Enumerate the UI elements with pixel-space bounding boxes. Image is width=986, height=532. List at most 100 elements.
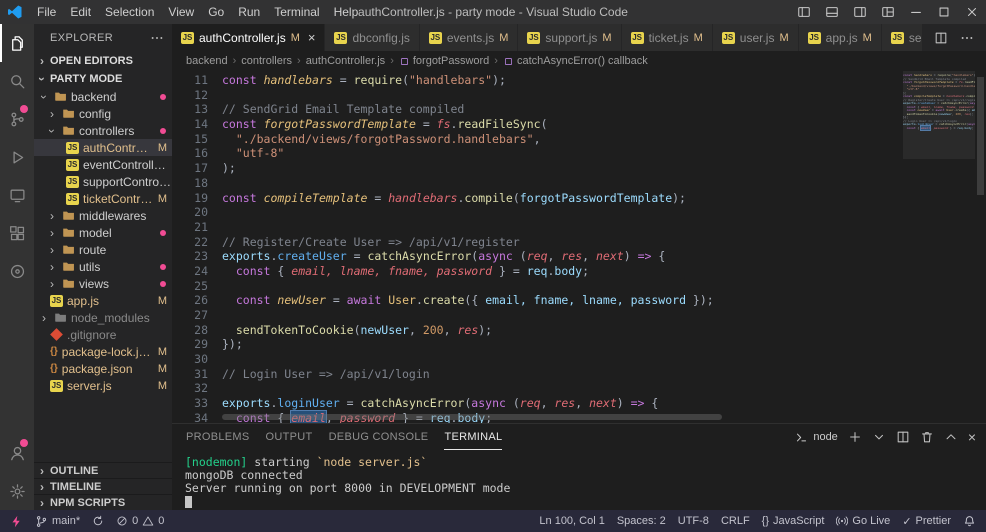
code-line[interactable]: "./backend/views/forgotPassword.handleba… <box>222 132 903 147</box>
workspace-root-section[interactable]: › PARTY MODE <box>34 70 172 88</box>
line-number[interactable]: 28 <box>172 323 208 338</box>
tree-item-node-modules[interactable]: ›node_modules <box>34 309 172 326</box>
line-number[interactable]: 12 <box>172 88 208 103</box>
tree-item-utils[interactable]: ›utils <box>34 258 172 275</box>
close-button[interactable] <box>958 0 986 24</box>
code-line[interactable]: const forgotPasswordTemplate = fs.readFi… <box>222 117 903 132</box>
maximize-button[interactable] <box>930 0 958 24</box>
minimap-slider[interactable] <box>903 71 975 159</box>
toggle-panel-icon[interactable] <box>818 0 846 24</box>
panel-tab-terminal[interactable]: TERMINAL <box>444 424 502 450</box>
open-editors-section[interactable]: › OPEN EDITORS <box>34 52 172 70</box>
activity-settings-icon[interactable] <box>0 472 34 510</box>
line-number[interactable]: 22 <box>172 235 208 250</box>
line-number[interactable]: 32 <box>172 381 208 396</box>
code-line[interactable]: exports.loginUser = catchAsyncError(asyn… <box>222 396 903 411</box>
code-line[interactable]: const handlebars = require("handlebars")… <box>222 73 903 88</box>
code-lines[interactable]: const handlebars = require("handlebars")… <box>208 71 903 423</box>
menu-selection[interactable]: Selection <box>98 5 161 19</box>
code-line[interactable]: "utf-8" <box>222 146 903 161</box>
breadcrumb-item-authcontroller-js[interactable]: authController.js <box>306 55 386 67</box>
code-line[interactable] <box>222 279 903 294</box>
activity-explorer-icon[interactable] <box>0 24 34 62</box>
toggle-sidebar-icon[interactable] <box>790 0 818 24</box>
code-line[interactable] <box>222 88 903 103</box>
tree-item-eventcontrollers-js[interactable]: JSeventControllers.js <box>34 156 172 173</box>
breadcrumb-item-backend[interactable]: backend <box>186 55 228 67</box>
menu-edit[interactable]: Edit <box>63 5 98 19</box>
code-line[interactable] <box>222 381 903 396</box>
tree-item-supportcontroller-js[interactable]: JSsupportController.js <box>34 173 172 190</box>
new-terminal-icon[interactable] <box>848 430 862 444</box>
code-line[interactable]: exports.createUser = catchAsyncError(asy… <box>222 249 903 264</box>
activity-remote-explorer-icon[interactable] <box>0 176 34 214</box>
terminal-output[interactable]: [nodemon] starting `node server.js`mongo… <box>172 450 986 510</box>
activity-live-share-icon[interactable] <box>0 252 34 290</box>
notifications-bell[interactable] <box>957 510 982 532</box>
tree-item-model[interactable]: ›model <box>34 224 172 241</box>
minimize-button[interactable] <box>902 0 930 24</box>
tab-user-js[interactable]: JSuser.jsM <box>713 24 799 51</box>
line-number[interactable]: 21 <box>172 220 208 235</box>
code-line[interactable] <box>222 352 903 367</box>
code-line[interactable]: }); <box>222 337 903 352</box>
language-mode[interactable]: {} JavaScript <box>756 510 831 532</box>
line-number[interactable]: 29 <box>172 337 208 352</box>
line-number[interactable]: 18 <box>172 176 208 191</box>
line-number[interactable]: 16 <box>172 146 208 161</box>
activity-source-control-icon[interactable] <box>0 100 34 138</box>
tree-item-server-js[interactable]: JSserver.jsM <box>34 377 172 394</box>
menu-terminal[interactable]: Terminal <box>267 5 326 19</box>
tab-server-js[interactable]: JSserver.jsM <box>882 24 922 51</box>
sync-button[interactable] <box>86 510 110 532</box>
code-line[interactable]: // Login User => /api/v1/login <box>222 367 903 382</box>
sidebar-section-npm-scripts[interactable]: ›NPM SCRIPTS <box>34 494 172 510</box>
indentation-setting[interactable]: Spaces: 2 <box>611 510 672 532</box>
activity-account-icon[interactable] <box>0 434 34 472</box>
line-number[interactable]: 23 <box>172 249 208 264</box>
activity-extensions-icon[interactable] <box>0 214 34 252</box>
tab-ticket-js[interactable]: JSticket.jsM <box>622 24 713 51</box>
maximize-panel-icon[interactable] <box>944 430 958 444</box>
problems-indicator[interactable]: 0 0 <box>110 510 170 532</box>
tree-item-views[interactable]: ›views <box>34 275 172 292</box>
breadcrumb-item-controllers[interactable]: controllers <box>241 55 292 67</box>
code-line[interactable]: ); <box>222 161 903 176</box>
activity-search-icon[interactable] <box>0 62 34 100</box>
line-number[interactable]: 30 <box>172 352 208 367</box>
line-number[interactable]: 19 <box>172 191 208 206</box>
line-number[interactable]: 26 <box>172 293 208 308</box>
cursor-position[interactable]: Ln 100, Col 1 <box>533 510 610 532</box>
panel-tab-output[interactable]: OUTPUT <box>266 424 313 450</box>
tab-events-js[interactable]: JSevents.jsM <box>420 24 519 51</box>
prettier-indicator[interactable]: ✓ Prettier <box>896 510 957 532</box>
split-terminal-icon[interactable] <box>896 430 910 444</box>
remote-indicator[interactable] <box>4 510 29 532</box>
eol-setting[interactable]: CRLF <box>715 510 756 532</box>
editor-vertical-scrollbar[interactable] <box>975 71 986 423</box>
line-number[interactable]: 34 <box>172 411 208 423</box>
activity-run-debug-icon[interactable] <box>0 138 34 176</box>
code-line[interactable]: const newUser = await User.create({ emai… <box>222 293 903 308</box>
line-number[interactable]: 20 <box>172 205 208 220</box>
code-line[interactable]: const compileTemplate = handlebars.compi… <box>222 191 903 206</box>
terminal-picker[interactable]: node <box>795 431 837 444</box>
menu-run[interactable]: Run <box>231 5 267 19</box>
line-number[interactable]: 25 <box>172 279 208 294</box>
tree-item-gitignore[interactable]: .gitignore <box>34 326 172 343</box>
code-line[interactable] <box>222 220 903 235</box>
line-number[interactable]: 15 <box>172 132 208 147</box>
customize-layout-icon[interactable] <box>874 0 902 24</box>
panel-tab-debug-console[interactable]: DEBUG CONSOLE <box>329 424 429 450</box>
toggle-secondary-sidebar-icon[interactable] <box>846 0 874 24</box>
code-line[interactable] <box>222 308 903 323</box>
editor-horizontal-scrollbar[interactable] <box>222 414 822 422</box>
panel-tab-problems[interactable]: PROBLEMS <box>186 424 250 450</box>
line-number[interactable]: 33 <box>172 396 208 411</box>
tree-item-app-js[interactable]: JSapp.jsM <box>34 292 172 309</box>
tab-authcontroller-js[interactable]: JSauthController.jsM× <box>172 24 325 51</box>
minimap[interactable]: const handlebars = require("handlebars")… <box>903 71 975 423</box>
code-line[interactable]: // SendGrid Email Template compiled <box>222 102 903 117</box>
tree-item-config[interactable]: ›config <box>34 105 172 122</box>
line-number[interactable]: 27 <box>172 308 208 323</box>
